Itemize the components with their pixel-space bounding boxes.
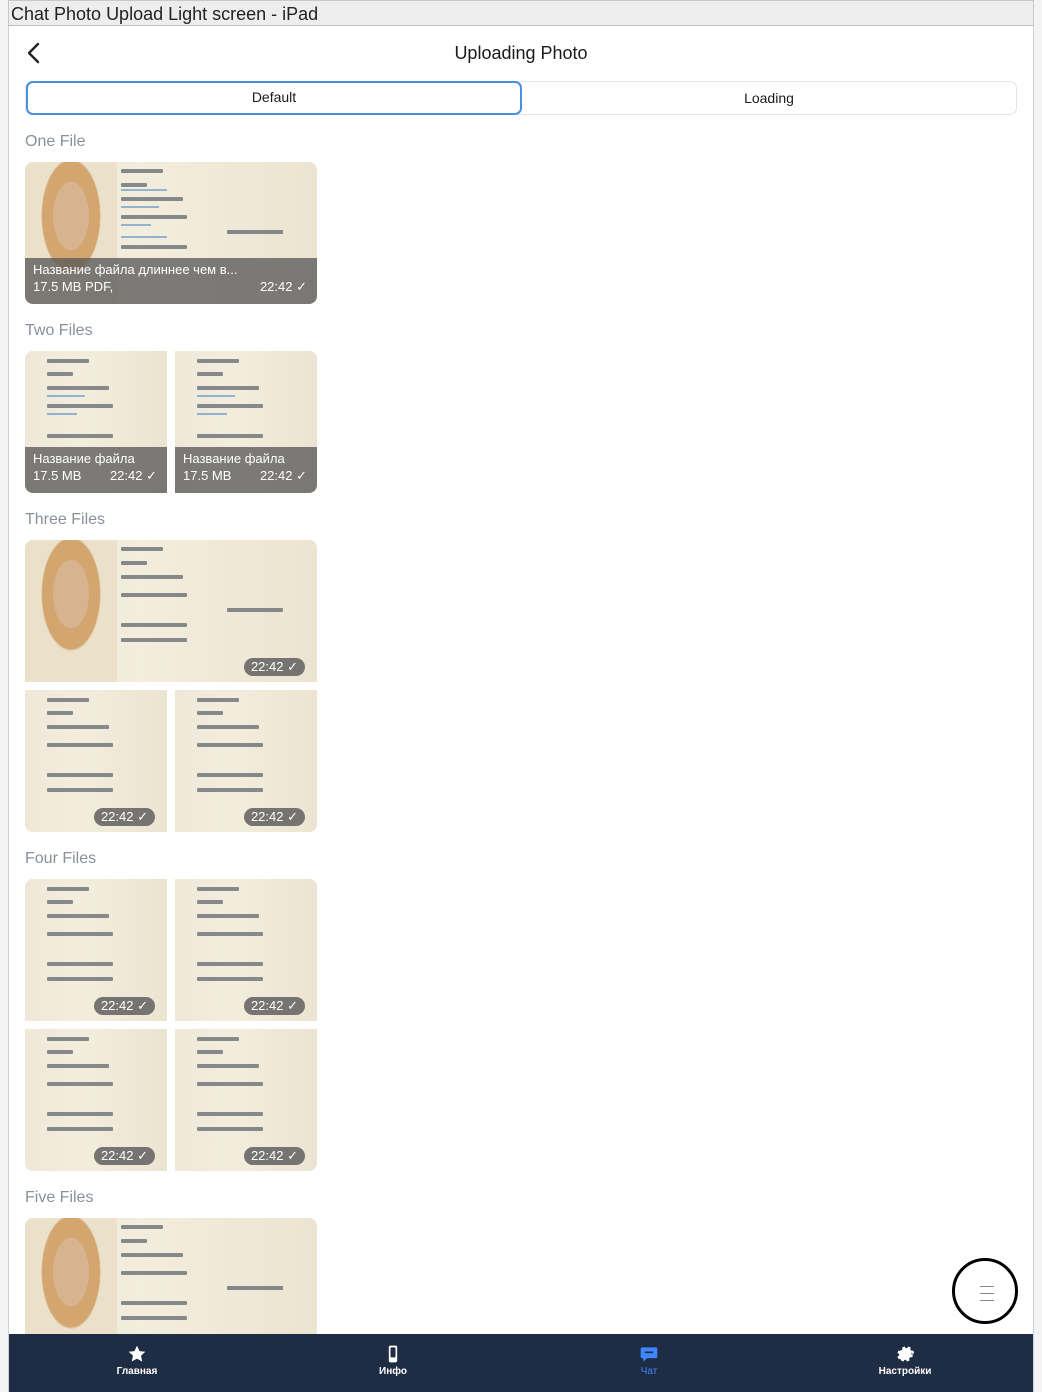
time-label: 22:42: [250, 998, 284, 1013]
tab-label: Чат: [640, 1366, 658, 1377]
time-pill: 22:42 ✓: [243, 997, 305, 1015]
file-caption: Название файла 17.5 MB 22:42 ✓: [25, 447, 167, 493]
time-label: 22:42: [259, 279, 293, 294]
time-pill: 22:42 ✓: [243, 808, 305, 826]
star-icon: [128, 1345, 146, 1362]
menu-line-icon: [980, 1300, 994, 1301]
time-label: 22:42: [100, 1148, 134, 1163]
segment-loading[interactable]: Loading: [522, 82, 1016, 114]
time-label: 22:42: [250, 659, 284, 674]
page-title: Uploading Photo: [454, 43, 588, 63]
section-title-two-files: Two Files: [25, 322, 93, 339]
image-preview-three-files-1[interactable]: SPECIMEN 22:42 ✓: [25, 540, 317, 682]
time-pill: 22:42 ✓: [93, 997, 155, 1015]
tab-label: Главная: [116, 1366, 158, 1377]
time-pill: 22:42 ✓: [243, 658, 305, 676]
segmented-control: Default Loading: [25, 81, 1017, 115]
window-title: Chat Photo Upload Light screen - iPad: [8, 0, 1034, 26]
section-title-three-files: Three Files: [25, 511, 106, 528]
time-pill: 22:42 ✓: [93, 1147, 155, 1165]
time-label: 22:42: [109, 468, 143, 483]
tab-info[interactable]: Инфо: [333, 1344, 453, 1377]
tab-label: Инфо: [379, 1366, 407, 1377]
floating-menu-button[interactable]: [952, 1258, 1018, 1324]
file-name: Название файла: [183, 451, 285, 466]
image-preview-three-files-3[interactable]: 22:42 ✓: [175, 690, 317, 832]
file-caption: Название файла 17.5 MB 22:42 ✓: [175, 447, 317, 493]
tab-home[interactable]: Главная: [77, 1344, 197, 1377]
menu-line-icon: [980, 1293, 994, 1294]
image-preview-four-files-4[interactable]: 22:42 ✓: [175, 1029, 317, 1171]
tab-chat[interactable]: Чат: [589, 1344, 709, 1377]
chat-bubble-icon: [640, 1347, 658, 1362]
portrait-photo: [25, 1218, 117, 1334]
image-preview-four-files-1[interactable]: 22:42 ✓: [25, 879, 167, 1021]
ipad-screen: Uploading Photo Default Loading One File…: [8, 26, 1034, 1392]
document-image: SPECIMEN: [25, 1218, 317, 1334]
time-label: 22:42: [100, 998, 134, 1013]
file-size: 17.5 MB: [33, 468, 82, 483]
time-label: 22:42: [250, 1148, 284, 1163]
section-title-one-file: One File: [25, 133, 86, 150]
time-label: 22:42: [259, 468, 293, 483]
bottom-tab-bar: Главная Инфо Чат Настройки: [9, 1334, 1033, 1392]
file-meta: 17.5 MB PDF,: [33, 279, 114, 294]
tab-settings[interactable]: Настройки: [845, 1344, 965, 1377]
file-name: Название файла: [33, 451, 135, 466]
image-preview-two-files-1[interactable]: Название файла 17.5 MB 22:42 ✓: [25, 351, 167, 493]
navigation-bar: Uploading Photo: [9, 26, 1033, 80]
menu-line-icon: [980, 1286, 994, 1287]
time-pill: 22:42 ✓: [93, 808, 155, 826]
tab-label: Настройки: [878, 1366, 932, 1377]
phone-icon: [388, 1345, 398, 1363]
image-preview-five-files-1[interactable]: SPECIMEN: [25, 1218, 317, 1334]
content-area: Uploading Photo Default Loading One File…: [9, 26, 1033, 1334]
segment-default[interactable]: Default: [26, 81, 522, 115]
file-time: 22:42 ✓: [259, 468, 307, 483]
file-caption: Название файла длиннее чем в... 17.5 MB …: [25, 258, 317, 304]
time-pill: 22:42 ✓: [243, 1147, 305, 1165]
file-size: 17.5 MB: [183, 468, 232, 483]
section-title-five-files: Five Files: [25, 1189, 94, 1206]
image-preview-four-files-2[interactable]: 22:42 ✓: [175, 879, 317, 1021]
image-preview-four-files-3[interactable]: 22:42 ✓: [25, 1029, 167, 1171]
file-time: 22:42 ✓: [109, 468, 157, 483]
file-time: 22:42 ✓: [259, 279, 307, 294]
gear-icon: [897, 1346, 915, 1362]
file-name: Название файла длиннее чем в...: [33, 262, 238, 277]
time-label: 22:42: [250, 809, 284, 824]
time-label: 22:42: [100, 809, 134, 824]
image-preview-one-file[interactable]: SPECIMEN Название файла длиннее чем в...…: [25, 162, 317, 304]
image-preview-three-files-2[interactable]: 22:42 ✓: [25, 690, 167, 832]
image-preview-two-files-2[interactable]: Название файла 17.5 MB 22:42 ✓: [175, 351, 317, 493]
section-title-four-files: Four Files: [25, 850, 97, 867]
portrait-photo: [25, 540, 117, 682]
